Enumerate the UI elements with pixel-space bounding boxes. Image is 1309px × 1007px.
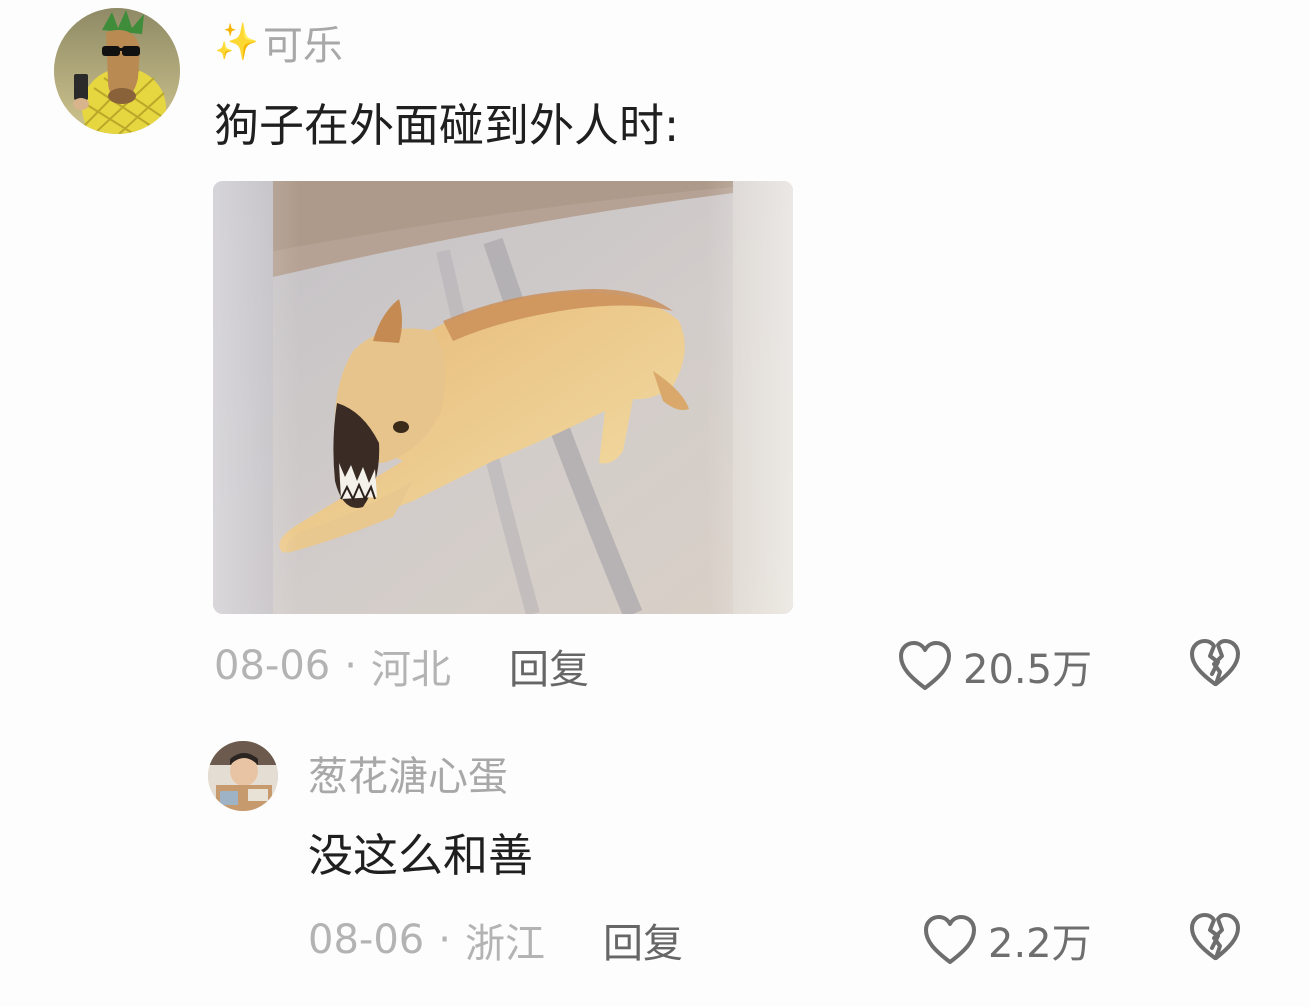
like-button[interactable]: 20.5万: [897, 636, 1092, 696]
comment-username[interactable]: ✨ 可乐: [214, 14, 343, 70]
meta-separator: ·: [438, 917, 451, 963]
reply-location: 浙江: [464, 921, 545, 967]
sparkles-icon: ✨: [214, 22, 259, 63]
heart-outline-icon: [899, 641, 951, 690]
username-label: 可乐: [262, 23, 343, 69]
heart-outline-icon: [924, 915, 976, 964]
avatar[interactable]: [54, 8, 180, 134]
broken-heart-icon: [1190, 913, 1240, 960]
dislike-button[interactable]: [1186, 634, 1244, 692]
reply-dislike-button[interactable]: [1186, 908, 1244, 966]
meta-separator: ·: [344, 643, 357, 689]
reply-date: 08-06: [308, 917, 425, 963]
reply-text: 没这么和善: [308, 829, 534, 882]
reply-avatar[interactable]: [208, 741, 278, 811]
reply-button[interactable]: 回复: [509, 637, 589, 695]
reply-username[interactable]: 葱花溏心蛋: [308, 745, 508, 801]
reply-like-button[interactable]: 2.2万: [922, 910, 1092, 970]
comment-text: 狗子在外面碰到外人时:: [214, 99, 680, 152]
comment-date: 08-06: [214, 643, 331, 689]
like-count: 2.2万: [988, 921, 1092, 967]
reply-button[interactable]: 回复: [603, 911, 683, 969]
broken-heart-icon: [1190, 639, 1240, 686]
comment-image[interactable]: [213, 181, 793, 614]
reply-meta: 08-06 · 浙江 回复: [308, 910, 683, 970]
like-count: 20.5万: [963, 647, 1093, 693]
comment-meta: 08-06 · 河北 回复: [214, 636, 589, 696]
comment-location: 河北: [370, 647, 451, 693]
